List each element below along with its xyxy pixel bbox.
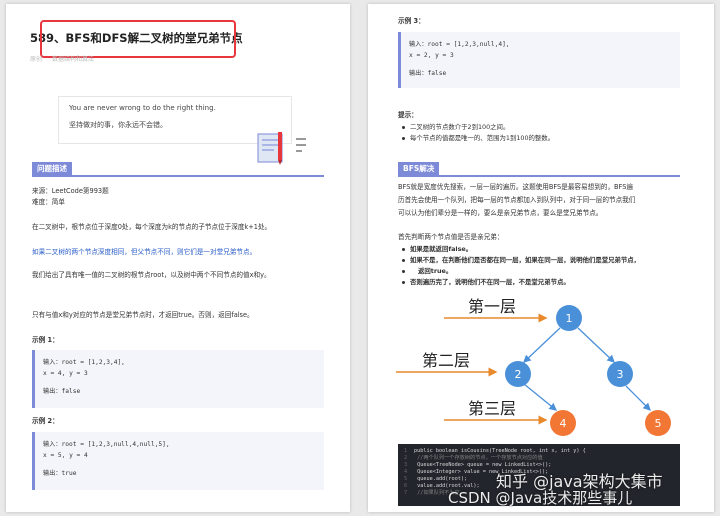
example-3-input: 输入：root = [1,2,3,null,4], xyxy=(409,41,510,48)
quote-english: You are never wrong to do the right thin… xyxy=(69,104,216,112)
list-item: 返回true。 xyxy=(400,266,640,277)
code-line-number: 6 xyxy=(404,483,408,489)
example-1-xy: x = 4, y = 3 xyxy=(43,370,88,377)
code-line-number: 5 xyxy=(404,476,408,482)
bfs-paragraph-line-1: BFS就是宽度优先搜索，一层一层的遍历。这题使用BFS是最容易想到的，BFS遍 xyxy=(398,183,633,191)
example-3-output: 输出：false xyxy=(409,70,447,77)
paragraph-cousin-definition: 如果二叉树的两个节点深度相同，但父节点不同，则它们是一对堂兄弟节点。 xyxy=(32,248,257,256)
example-1-output: 输出：false xyxy=(43,388,81,395)
source-line: 来源：LeetCode第993题 xyxy=(32,187,109,195)
paragraph-given-root: 我们给出了具有唯一值的二叉树的根节点root，以及树中两个不同节点的值x和y。 xyxy=(32,271,271,279)
judge-intro: 首先判断两个节点值是否是亲兄弟： xyxy=(398,233,504,241)
section-header-bfs: BFS解决 xyxy=(398,162,440,175)
code-line-text: public boolean isCousins(TreeNode root, … xyxy=(414,448,586,454)
example-2-output: 输出：true xyxy=(43,470,77,477)
hint-list: 二叉树的节点数介于2到100之间。 每个节点的值都是唯一的、范围为1到100的整… xyxy=(400,122,554,144)
code-line-number: 4 xyxy=(404,469,408,475)
level-1-label: 第一层 xyxy=(468,297,516,316)
code-line-number: 1 xyxy=(404,448,408,454)
hint-label: 提示： xyxy=(398,111,418,119)
tree-node-2-label: 2 xyxy=(515,368,522,381)
list-item: 每个节点的值都是唯一的、范围为1到100的整数。 xyxy=(400,133,554,144)
code-line-text: //两个队列一个存放树的节点，一个存放节点对应的值 xyxy=(414,455,543,461)
section-header-problem: 问题描述 xyxy=(32,162,72,175)
tree-node-4-label: 4 xyxy=(560,417,567,430)
example-1-codebox: 输入：root = [1,2,3,4], x = 4, y = 3 输出：fal… xyxy=(32,350,324,408)
example-2-codebox: 输入：root = [1,2,3,null,4,null,5], x = 5, … xyxy=(32,432,324,490)
example-2-label: 示例 2： xyxy=(32,417,59,425)
title-highlight-box xyxy=(40,20,236,58)
edge-3-5 xyxy=(625,385,651,411)
level-3-label: 第三层 xyxy=(468,399,516,418)
edge-1-2 xyxy=(523,327,561,363)
quote-chinese: 坚持做对的事，你永远不会错。 xyxy=(69,121,167,129)
difficulty-line: 难度：简单 xyxy=(32,198,65,206)
edge-2-4 xyxy=(523,383,558,411)
section-underline xyxy=(32,175,324,177)
code-line: 1 public boolean isCousins(TreeNode root,… xyxy=(404,448,674,455)
list-item: 如果是就返回false。 xyxy=(400,244,640,255)
watermark-csdn: CSDN @Java技术那些事儿 xyxy=(448,489,633,507)
bfs-paragraph-line-3: 可以认为他们辈分是一样的，要么是亲兄弟节点，要么是堂兄弟节点。 xyxy=(398,209,603,217)
code-line-text: queue.add(root); xyxy=(414,476,468,482)
level-2-label: 第二层 xyxy=(422,351,470,370)
code-line-number: 3 xyxy=(404,462,408,468)
code-line-number: 7 xyxy=(404,490,408,496)
example-1-label: 示例 1： xyxy=(32,336,59,344)
list-item: 如果不是，在判断他们是否都在同一层，如果在同一层，说明他们是堂兄弟节点， xyxy=(400,255,640,266)
example-2-xy: x = 5, y = 4 xyxy=(43,452,88,459)
bfs-paragraph-line-2: 历首先会使用一个队列，把每一层的节点都加入到队列中，对于同一层的节点我们 xyxy=(398,196,636,204)
code-line: 2 //两个队列一个存放树的节点，一个存放节点对应的值 xyxy=(404,455,674,462)
tree-node-1-label: 1 xyxy=(566,312,573,325)
example-3-label: 示例 3： xyxy=(398,17,425,25)
notebook-pen-illustration-icon xyxy=(257,132,306,165)
edge-1-3 xyxy=(577,327,615,363)
example-3-xy: x = 2, y = 3 xyxy=(409,52,454,59)
example-2-input: 输入：root = [1,2,3,null,4,null,5], xyxy=(43,441,170,448)
example-3-codebox: 输入：root = [1,2,3,null,4], x = 2, y = 3 输… xyxy=(398,32,680,88)
meta-tag-category: 数据结构和算法 xyxy=(51,56,94,63)
paragraph-depth: 在二叉树中，根节点位于深度0处，每个深度为k的节点的子节点位于深度k+1处。 xyxy=(32,223,272,231)
code-line-number: 2 xyxy=(404,455,408,461)
article-meta: 原创 数据结构和算法 xyxy=(30,54,102,63)
bfs-tree-diagram: 第一层 第二层 第三层 1 2 3 4 5 xyxy=(396,297,671,436)
paragraph-return: 只有与值x和y对应的节点是堂兄弟节点时，才返回true。否则，返回false。 xyxy=(32,311,254,319)
section-underline xyxy=(398,175,680,177)
meta-tag-original: 原创 xyxy=(30,56,43,63)
example-1-input: 输入：root = [1,2,3,4], xyxy=(43,359,125,366)
tree-node-5-label: 5 xyxy=(655,417,662,430)
tree-node-3-label: 3 xyxy=(617,368,624,381)
list-item: 二叉树的节点数介于2到100之间。 xyxy=(400,122,554,133)
left-page: 589、BFS和DFS解二叉树的堂兄弟节点 原创 数据结构和算法 You are… xyxy=(6,4,350,512)
